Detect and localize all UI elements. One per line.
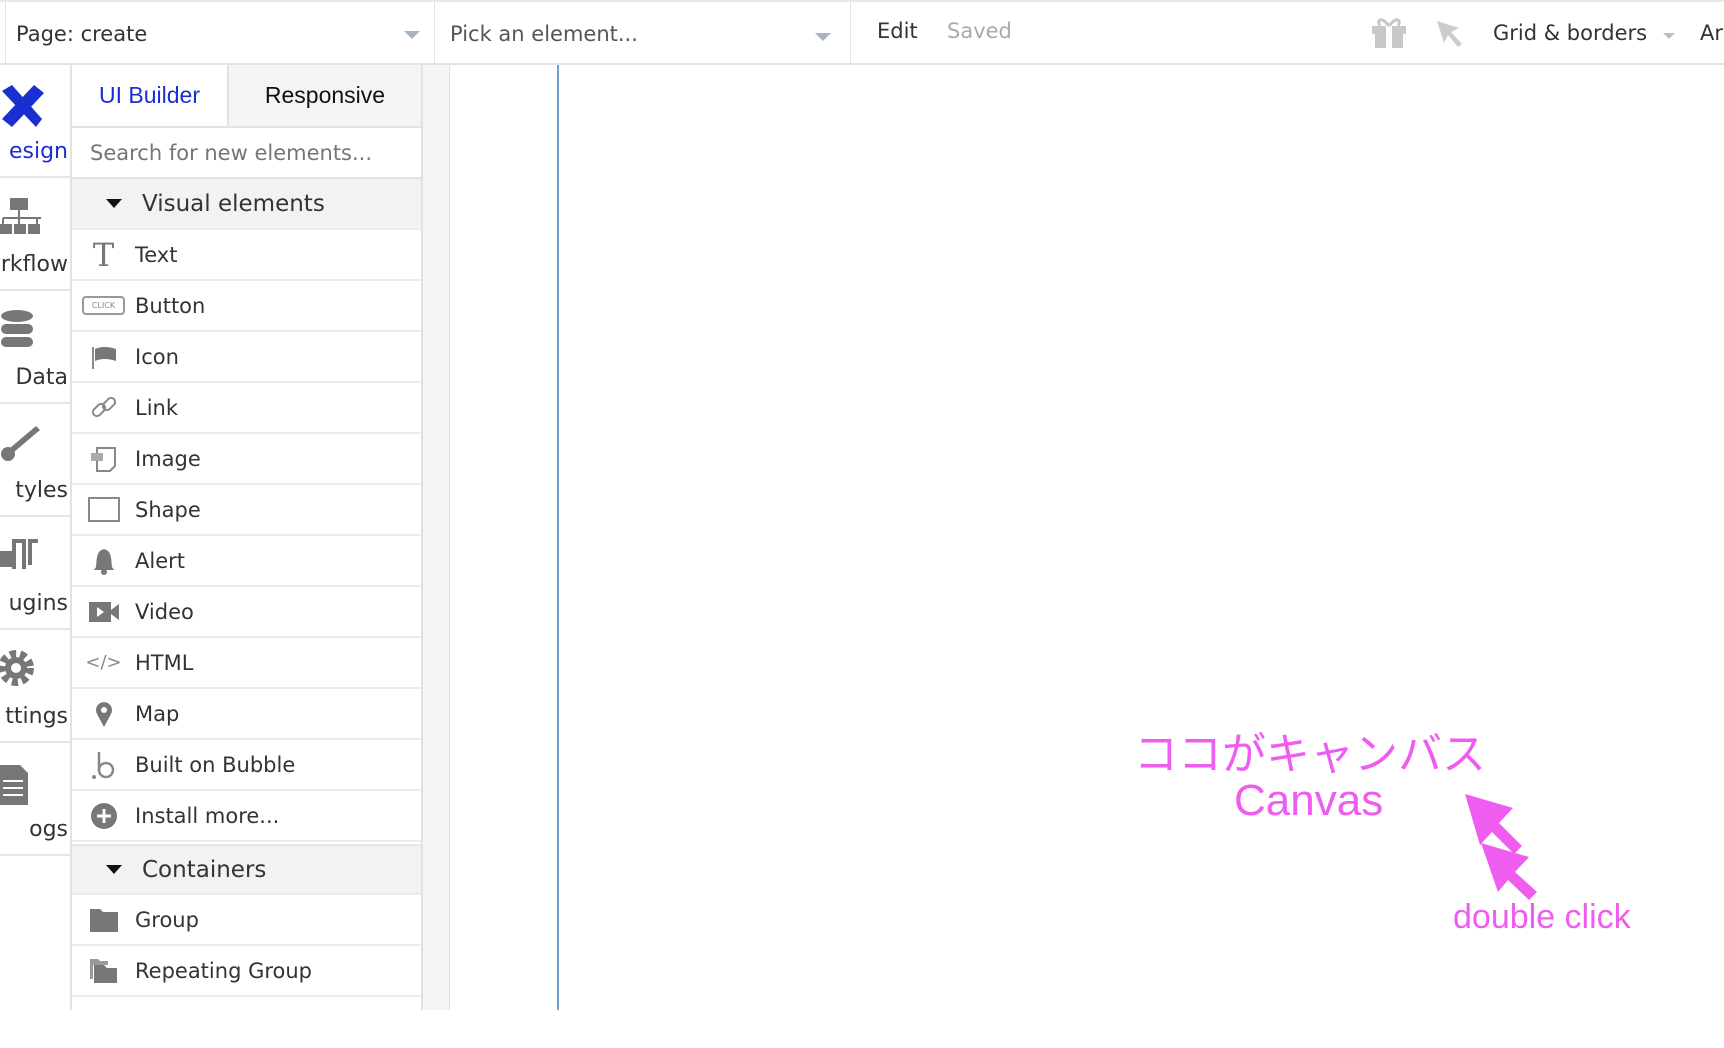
save-status: Saved xyxy=(947,19,1012,43)
page-dropdown-label: Page: create xyxy=(16,21,148,46)
section-title: Containers xyxy=(142,856,267,883)
item-label: Icon xyxy=(135,344,179,369)
code-icon: </> xyxy=(85,652,122,673)
edit-menu[interactable]: Edit xyxy=(877,19,918,43)
item-label: HTML xyxy=(135,650,194,675)
item-label: Shape xyxy=(135,497,201,522)
folder-icon xyxy=(72,907,135,933)
item-label: Video xyxy=(135,599,194,624)
workflow-icon xyxy=(0,198,41,234)
annotation-canvas: Canvas xyxy=(1234,776,1384,825)
nav-workflow[interactable]: rkflow xyxy=(0,178,70,291)
element-shape[interactable]: Shape xyxy=(72,485,421,536)
caret-down-icon xyxy=(106,865,122,874)
chevron-down-icon xyxy=(404,31,420,39)
page-dropdown[interactable]: Page: create xyxy=(5,2,435,65)
nav-styles[interactable]: tyles xyxy=(0,404,70,517)
gear-icon xyxy=(0,650,34,686)
item-label: Built on Bubble xyxy=(135,752,296,777)
element-next[interactable] xyxy=(72,997,421,1048)
page-edge-guide xyxy=(557,65,559,1010)
shape-icon xyxy=(72,497,135,522)
annotation-double-click: double click xyxy=(1453,898,1631,936)
top-bar: Page: create Pick an element... Edit Sav… xyxy=(0,0,1724,65)
nav-label: tyles xyxy=(15,478,68,503)
element-text[interactable]: T Text xyxy=(72,230,421,281)
section-title: Visual elements xyxy=(142,190,325,217)
plugin-icon xyxy=(0,539,38,569)
chevron-down-icon xyxy=(1663,33,1675,39)
element-image[interactable]: Image xyxy=(72,434,421,485)
caret-down-icon xyxy=(106,199,122,208)
flag-icon xyxy=(72,345,135,369)
item-label: Link xyxy=(135,395,179,420)
element-repeating-group[interactable]: Repeating Group xyxy=(72,946,421,997)
element-icon[interactable]: Icon xyxy=(72,332,421,383)
nav-data[interactable]: Data xyxy=(0,291,70,404)
item-label: Button xyxy=(135,293,206,318)
folders-icon xyxy=(72,957,135,985)
nav-label: Data xyxy=(15,365,68,390)
nav-plugins[interactable]: ugins xyxy=(0,517,70,630)
video-icon xyxy=(72,600,135,624)
tab-responsive[interactable]: Responsive xyxy=(229,65,421,128)
elements-panel: UI Builder Responsive Visual elements TT… xyxy=(72,65,423,1010)
item-label: Install more... xyxy=(135,803,280,828)
element-html[interactable]: </> HTML xyxy=(72,638,421,689)
double-click-cursor-icon xyxy=(1465,794,1537,900)
item-label: Text xyxy=(135,242,178,267)
nav-label: esign xyxy=(8,139,68,164)
truncated-menu[interactable]: Ar xyxy=(1700,21,1723,45)
brush-icon xyxy=(1,426,40,461)
section-containers[interactable]: Containers xyxy=(72,844,421,895)
nav-label: rkflow xyxy=(0,252,68,277)
document-icon xyxy=(0,765,28,805)
image-icon xyxy=(72,445,135,473)
chevron-down-icon xyxy=(815,33,831,41)
panel-divider xyxy=(423,65,450,1010)
nav-design[interactable]: esign xyxy=(0,65,70,178)
bell-icon xyxy=(72,547,135,575)
nav-settings[interactable]: ttings xyxy=(0,630,70,743)
element-map[interactable]: Map xyxy=(72,689,421,740)
element-built-on-bubble[interactable]: Built on Bubble xyxy=(72,740,421,791)
element-video[interactable]: Video xyxy=(72,587,421,638)
button-icon-text: CLICK xyxy=(81,296,126,315)
search-elements-input[interactable] xyxy=(72,128,421,179)
bubble-logo-icon xyxy=(72,750,135,780)
plus-circle-icon xyxy=(72,802,135,830)
nav-label: ttings xyxy=(5,704,68,729)
design-icon xyxy=(2,85,44,127)
nav-label: ogs xyxy=(29,817,68,842)
item-label: Alert xyxy=(135,548,185,573)
nav-label: ugins xyxy=(8,591,68,616)
grid-borders-menu[interactable]: Grid & borders xyxy=(1493,21,1647,45)
element-button[interactable]: CLICK Button xyxy=(72,281,421,332)
left-nav: esign rkflow Data tyles ugins ttings ogs xyxy=(0,65,72,1010)
cursor-icon[interactable] xyxy=(1435,19,1465,49)
gift-icon[interactable] xyxy=(1368,14,1410,50)
link-icon xyxy=(72,394,135,422)
tab-ui-builder[interactable]: UI Builder xyxy=(72,65,229,128)
database-icon xyxy=(1,310,33,347)
annotation-jp: ココがキャンバス xyxy=(1134,730,1486,779)
button-icon: CLICK xyxy=(72,296,135,315)
element-picker[interactable]: Pick an element... xyxy=(435,2,851,65)
text-icon: T xyxy=(92,235,115,274)
section-visual-elements[interactable]: Visual elements xyxy=(72,179,421,230)
element-picker-placeholder: Pick an element... xyxy=(450,21,638,46)
element-group[interactable]: Group xyxy=(72,895,421,946)
element-alert[interactable]: Alert xyxy=(72,536,421,587)
item-label: Map xyxy=(135,701,180,726)
item-label: Repeating Group xyxy=(135,958,313,983)
nav-logs[interactable]: ogs xyxy=(0,743,70,856)
item-label: Group xyxy=(135,907,199,932)
item-label: Image xyxy=(135,446,201,471)
element-link[interactable]: Link xyxy=(72,383,421,434)
map-pin-icon xyxy=(72,700,135,728)
element-install-more[interactable]: Install more... xyxy=(72,791,421,842)
